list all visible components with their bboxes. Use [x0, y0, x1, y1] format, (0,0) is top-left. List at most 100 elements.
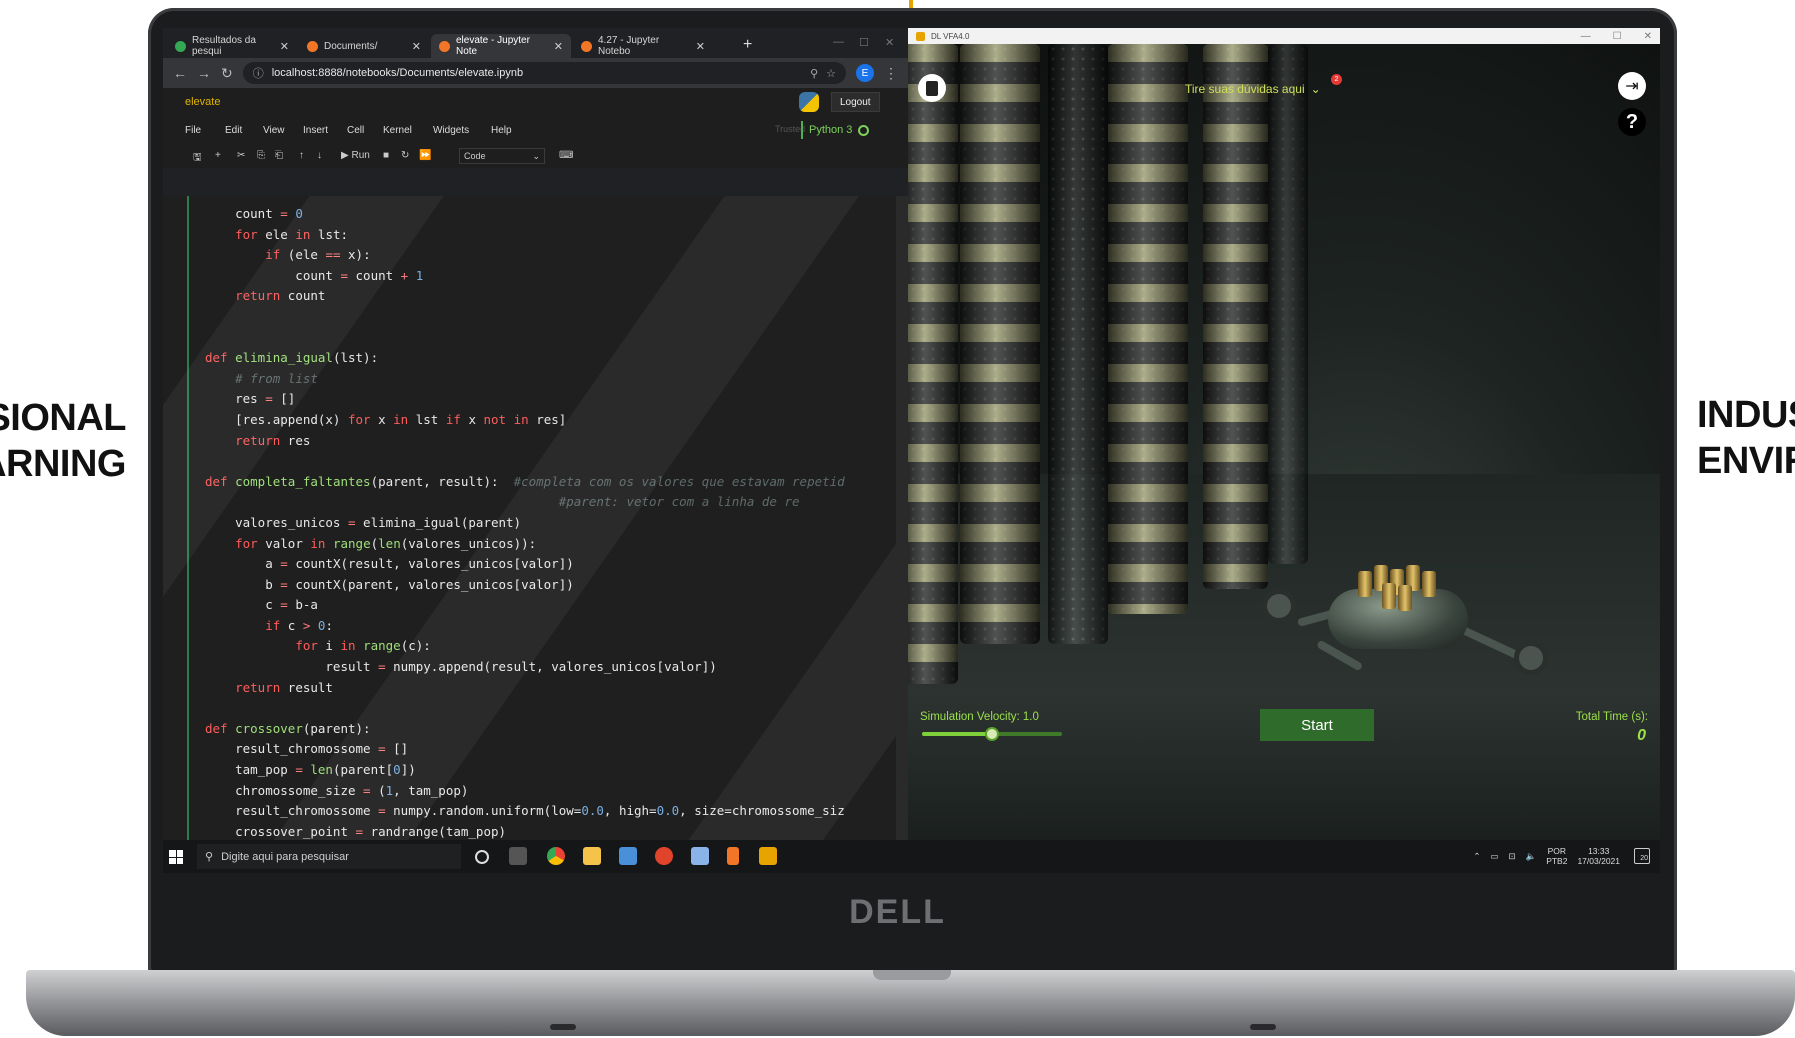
minimize-icon[interactable]: —	[833, 36, 844, 48]
menu-insert[interactable]: Insert	[303, 125, 328, 136]
code-line[interactable]: chromossome_size = (1, tam_pop)	[205, 781, 845, 802]
media-player-icon[interactable]	[655, 847, 673, 865]
restart-icon[interactable]: ↻	[401, 150, 409, 161]
simulation-app-icon[interactable]	[759, 847, 777, 865]
cell-type-select[interactable]: Code ⌄	[459, 148, 545, 164]
maximize-icon[interactable]: ☐	[1613, 31, 1622, 42]
code-line[interactable]: c = b-a	[205, 595, 845, 616]
close-tab-icon[interactable]: ✕	[696, 40, 705, 53]
info-icon[interactable]: ⓘ	[253, 65, 264, 81]
move-up-icon[interactable]: ↑	[299, 150, 304, 161]
code-line[interactable]	[205, 698, 845, 719]
menu-file[interactable]: File	[185, 125, 201, 136]
chrome-icon[interactable]	[547, 847, 565, 865]
notification-center-icon[interactable]: 20	[1634, 848, 1650, 864]
new-tab-icon[interactable]: +	[743, 36, 752, 54]
profile-avatar[interactable]: E	[856, 64, 874, 82]
code-editor[interactable]: count = 0 for ele in lst: if (ele == x):…	[205, 204, 845, 840]
code-line[interactable]: result_chromossome = []	[205, 739, 845, 760]
clipboard-icon[interactable]	[918, 74, 946, 102]
task-view-icon[interactable]	[509, 847, 527, 865]
bookmark-star-icon[interactable]: ☆	[826, 67, 836, 80]
browser-tab-active[interactable]: elevate - Jupyter Note ✕	[431, 34, 571, 58]
start-button[interactable]: Start	[1260, 709, 1374, 741]
logout-button[interactable]: Logout	[831, 92, 880, 112]
code-line[interactable]	[205, 328, 845, 349]
menu-widgets[interactable]: Widgets	[433, 125, 469, 136]
code-line[interactable]: def elimina_igual(lst):	[205, 348, 845, 369]
code-line[interactable]: for valor in range(len(valores_unicos)):	[205, 534, 845, 555]
paste-icon[interactable]: ⎗	[275, 150, 283, 161]
file-explorer-icon[interactable]	[583, 847, 601, 865]
zoom-icon[interactable]: ⚲	[810, 67, 818, 80]
network-icon[interactable]: ⊡	[1508, 851, 1515, 862]
velocity-slider[interactable]	[922, 727, 1062, 741]
cortana-icon[interactable]	[475, 850, 489, 864]
notebook-name[interactable]: elevate	[185, 96, 220, 108]
browser-tab[interactable]: 4.27 - Jupyter Notebo ✕	[573, 34, 713, 58]
code-line[interactable]: return res	[205, 431, 845, 452]
browser-tab[interactable]: Resultados da pesqui ✕	[167, 34, 297, 58]
chevron-up-icon[interactable]: ⌃	[1473, 851, 1480, 862]
code-line[interactable]: [res.append(x) for x in lst if x not in …	[205, 410, 845, 431]
code-line[interactable]: res = []	[205, 389, 845, 410]
close-window-icon[interactable]: ✕	[1644, 31, 1652, 42]
help-question-icon[interactable]: ?	[1618, 108, 1646, 136]
save-icon[interactable]: 🖫	[193, 150, 202, 167]
code-line[interactable]: return result	[205, 678, 845, 699]
exit-icon[interactable]: ⇥	[1618, 72, 1646, 100]
code-line[interactable]: # from list	[205, 369, 845, 390]
cut-icon[interactable]: ✂	[237, 150, 245, 161]
taskbar-search[interactable]: ⚲ Digite aqui para pesquisar	[197, 844, 461, 869]
jupyter-taskbar-icon[interactable]	[727, 847, 739, 865]
code-line[interactable]: def crossover(parent):	[205, 719, 845, 740]
menu-kernel[interactable]: Kernel	[383, 125, 412, 136]
address-bar[interactable]: ⓘ localhost:8888/notebooks/Documents/ele…	[242, 62, 846, 84]
kernel-indicator[interactable]: Python 3	[801, 121, 870, 139]
forward-icon[interactable]: →	[197, 65, 211, 81]
run-button[interactable]: ▶ Run	[341, 150, 370, 161]
copy-icon[interactable]: ⎘	[257, 150, 265, 161]
input-language[interactable]: POR PTB2	[1546, 846, 1567, 866]
windows-start-icon[interactable]	[169, 850, 183, 864]
stop-icon[interactable]: ■	[383, 150, 389, 161]
menu-cell[interactable]: Cell	[347, 125, 364, 136]
notebook-scrollbar[interactable]	[896, 196, 908, 840]
code-line[interactable]: count = count + 1	[205, 266, 845, 287]
code-line[interactable]: #parent: vetor com a linha de re	[205, 492, 845, 513]
volume-icon[interactable]: 🔈	[1526, 851, 1537, 862]
code-line[interactable]: for ele in lst:	[205, 225, 845, 246]
more-menu-icon[interactable]: ⋮	[884, 65, 898, 82]
back-icon[interactable]: ←	[173, 65, 187, 81]
close-window-icon[interactable]: ✕	[885, 36, 894, 49]
code-line[interactable]: a = countX(result, valores_unicos[valor]…	[205, 554, 845, 575]
store-icon[interactable]	[619, 847, 637, 865]
fast-forward-icon[interactable]: ⏩	[419, 150, 431, 161]
code-line[interactable]: b = countX(parent, valores_unicos[valor]…	[205, 575, 845, 596]
transport-robot[interactable]	[1258, 549, 1558, 675]
code-line[interactable]: if c > 0:	[205, 616, 845, 637]
code-line[interactable]: crossover_point = randrange(tam_pop)	[205, 822, 845, 840]
battery-icon[interactable]: ▭	[1490, 851, 1498, 862]
code-line[interactable]: tam_pop = len(parent[0])	[205, 760, 845, 781]
code-line[interactable]: valores_unicos = elimina_igual(parent)	[205, 513, 845, 534]
add-cell-icon[interactable]: +	[215, 150, 221, 161]
code-line[interactable]: result_chromossome = numpy.random.unifor…	[205, 801, 845, 822]
move-down-icon[interactable]: ↓	[317, 150, 322, 161]
code-line[interactable]	[205, 307, 845, 328]
reload-icon[interactable]: ↻	[221, 65, 233, 82]
code-line[interactable]: if (ele == x):	[205, 245, 845, 266]
menu-help[interactable]: Help	[491, 125, 512, 136]
code-line[interactable]: count = 0	[205, 204, 845, 225]
clock[interactable]: 13:33 17/03/2021	[1577, 846, 1620, 866]
close-tab-icon[interactable]: ✕	[554, 40, 563, 53]
menu-edit[interactable]: Edit	[225, 125, 242, 136]
close-tab-icon[interactable]: ✕	[280, 40, 289, 53]
code-line[interactable]: return count	[205, 286, 845, 307]
menu-view[interactable]: View	[263, 125, 285, 136]
help-dropdown[interactable]: Tire suas dúvidas aqui ⌄ 2	[1185, 74, 1342, 96]
maximize-icon[interactable]: ☐	[859, 36, 869, 49]
keyboard-icon[interactable]: ⌨	[559, 150, 573, 161]
close-tab-icon[interactable]: ✕	[412, 40, 421, 53]
notepad-icon[interactable]	[691, 847, 709, 865]
